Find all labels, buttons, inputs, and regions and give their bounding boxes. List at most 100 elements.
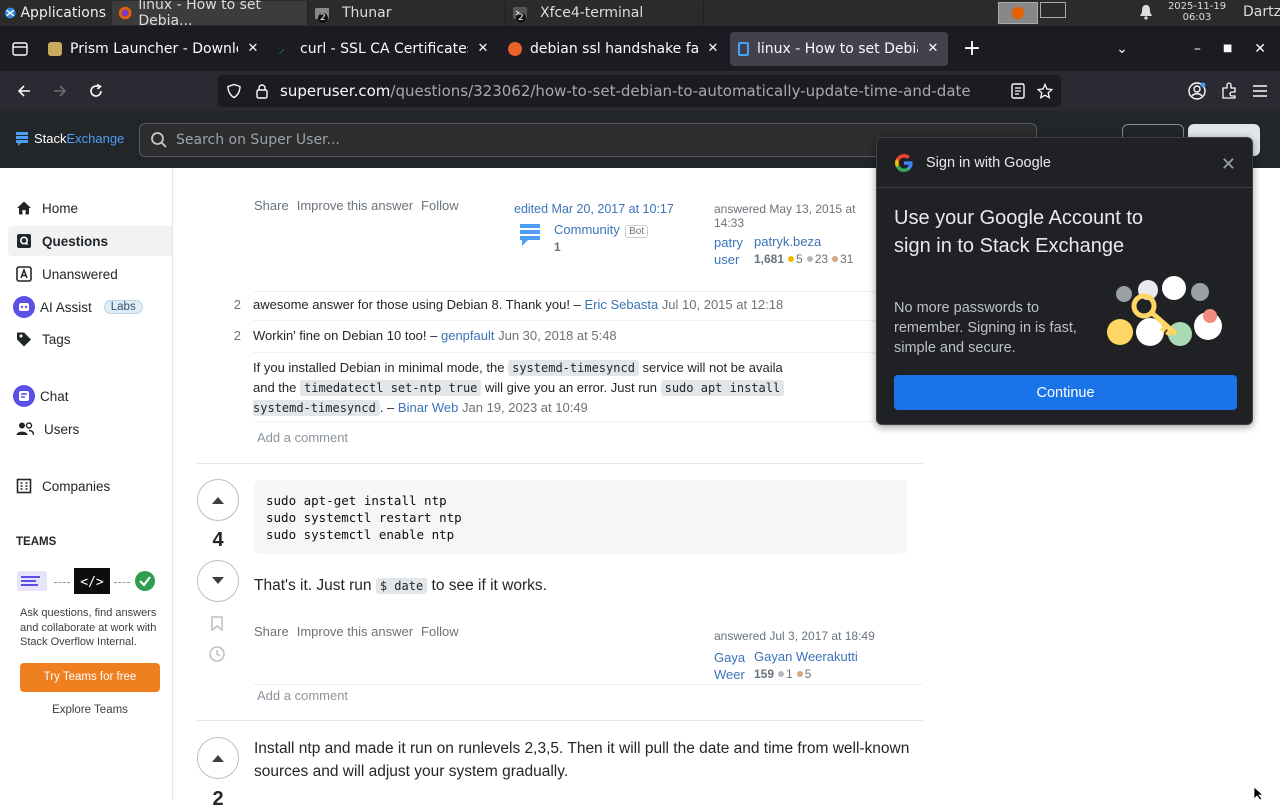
downvote-button[interactable]	[197, 560, 239, 602]
taskbar-task-label: Xfce4-terminal	[540, 5, 644, 21]
sidebar-item-questions[interactable]: Questions	[8, 226, 172, 256]
tab-debian-ssl[interactable]: debian ssl handshake fai ✕	[500, 32, 728, 66]
close-tab-icon[interactable]: ✕	[246, 41, 260, 56]
answer-divider	[197, 720, 923, 721]
tab-list-chevron-icon[interactable]: ⌄	[1116, 41, 1128, 57]
reader-view-icon[interactable]	[1011, 83, 1025, 99]
add-comment-link[interactable]: Add a comment	[257, 430, 348, 445]
questions-icon	[17, 234, 31, 248]
applications-menu[interactable]: Applications	[0, 0, 112, 26]
taskbar-task-terminal[interactable]: 2 Xfce4-terminal	[506, 1, 704, 25]
tab-superuser-active[interactable]: linux - How to set Debian ✕	[730, 31, 948, 66]
sidebar-item-users[interactable]: Users	[8, 414, 172, 444]
comment-user-link[interactable]: Binar Web	[398, 400, 458, 415]
lock-icon[interactable]	[254, 83, 270, 99]
taskbar-task-thunar[interactable]: 2 Thunar	[308, 1, 506, 25]
tab-prism-launcher[interactable]: Prism Launcher - Downlo ✕	[40, 32, 268, 66]
back-button[interactable]	[6, 75, 42, 107]
bookmark-star-icon[interactable]	[1037, 83, 1053, 99]
google-continue-button[interactable]: Continue	[894, 375, 1237, 410]
sidebar-item-tags[interactable]: Tags	[8, 324, 172, 354]
tab-title: debian ssl handshake fai	[530, 40, 698, 57]
comment-date[interactable]: Jan 19, 2023 at 10:49	[462, 400, 588, 415]
share-link[interactable]: Share	[254, 198, 289, 213]
minimize-button[interactable]: –	[1194, 41, 1201, 57]
answer-text: That's it. Just run	[254, 577, 372, 594]
try-teams-button[interactable]: Try Teams for free	[20, 662, 160, 692]
workspace-2[interactable]	[1040, 2, 1066, 18]
comment-user-link[interactable]: Eric Sebasta	[584, 297, 658, 312]
close-tab-icon[interactable]: ✕	[476, 41, 490, 56]
follow-link[interactable]: Follow	[421, 624, 459, 639]
companies-icon	[16, 478, 32, 494]
stackexchange-logo[interactable]: StackExchange	[16, 131, 124, 146]
url-bar[interactable]: superuser.com/questions/323062/how-to-se…	[218, 75, 1061, 107]
sidebar-item-unanswered[interactable]: Unanswered	[8, 259, 172, 289]
hamburger-menu-icon[interactable]	[1252, 84, 1268, 98]
silver-badge-icon	[806, 256, 813, 263]
author-avatar-alt[interactable]: Gaya Weer	[714, 649, 748, 683]
new-tab-button[interactable]: +	[952, 36, 992, 61]
share-link[interactable]: Share	[254, 624, 289, 639]
improve-answer-link[interactable]: Improve this answer	[297, 624, 413, 639]
labs-badge: Labs	[103, 300, 143, 314]
comment-text: and the	[253, 380, 297, 395]
unanswered-icon	[16, 266, 32, 282]
google-signin-popup: Sign in with Google ✕ Use your Google Ac…	[876, 137, 1253, 425]
author-name-link[interactable]: patryk.beza	[754, 234, 821, 249]
reload-button[interactable]	[78, 75, 114, 107]
extensions-icon[interactable]	[1220, 82, 1238, 100]
comment-date[interactable]: Jul 10, 2015 at 12:18	[662, 297, 783, 312]
follow-link[interactable]: Follow	[421, 198, 459, 213]
maximize-button[interactable]: ■	[1223, 43, 1232, 54]
gold-badge-icon	[788, 256, 795, 263]
workspace-switcher[interactable]	[998, 2, 1066, 24]
mouse-cursor-icon	[1253, 786, 1265, 800]
teams-illustration: </>	[16, 566, 166, 596]
comment-date[interactable]: Jun 30, 2018 at 5:48	[498, 328, 617, 343]
shield-icon[interactable]	[226, 83, 242, 99]
edited-link[interactable]: edited Mar 20, 2017 at 10:17	[514, 202, 674, 216]
arrow-down-icon	[212, 577, 224, 584]
bronze-count: 31	[840, 252, 854, 266]
close-popup-icon[interactable]: ✕	[1221, 154, 1236, 175]
comment-code: systemd-timesyncd	[508, 360, 639, 376]
sidebar-item-home[interactable]: Home	[8, 193, 172, 223]
forward-button[interactable]	[42, 75, 78, 107]
account-icon[interactable]	[1188, 82, 1206, 100]
firefox-view-button[interactable]	[0, 26, 40, 71]
upvote-button[interactable]	[197, 737, 239, 779]
url-host: superuser.com	[280, 82, 391, 100]
comment-text: will give you an error. Just run	[485, 380, 657, 395]
author-avatar-alt[interactable]: patry user	[714, 234, 748, 268]
close-tab-icon[interactable]: ✕	[926, 41, 940, 56]
teams-doc-icon	[17, 571, 47, 591]
duckduckgo-favicon-icon	[508, 41, 522, 56]
svg-text:</>: </>	[80, 575, 104, 590]
close-window-button[interactable]: ✕	[1254, 41, 1266, 57]
arrow-up-icon	[212, 497, 224, 504]
explore-teams-link[interactable]: Explore Teams	[16, 704, 164, 716]
users-icon	[16, 422, 34, 436]
close-tab-icon[interactable]: ✕	[706, 41, 720, 56]
sidebar-item-companies[interactable]: Companies	[8, 471, 172, 501]
history-icon[interactable]	[208, 645, 226, 663]
editor-name-link[interactable]: Community	[554, 222, 620, 237]
taskbar-task-firefox[interactable]: linux - How to set Debia...	[112, 0, 308, 29]
comment: 4 If you installed Debian in minimal mod…	[253, 358, 873, 418]
author-name-link[interactable]: Gayan Weerakutti	[754, 649, 858, 664]
add-comment-link[interactable]: Add a comment	[257, 688, 348, 703]
bookmark-icon[interactable]	[211, 616, 223, 631]
workspace-1[interactable]	[998, 2, 1038, 24]
user-menu[interactable]: Dartz	[1243, 4, 1280, 20]
browser-tab-bar: Prism Launcher - Downlo ✕ ⸝ curl - SSL C…	[0, 26, 1280, 71]
comment-user-link[interactable]: genpfault	[441, 328, 495, 343]
notification-bell-icon[interactable]	[1138, 3, 1154, 21]
bronze-badge-icon	[796, 671, 803, 678]
sidebar-item-ai-assist[interactable]: AI Assist Labs	[8, 292, 172, 322]
sidebar-item-chat[interactable]: Chat	[8, 381, 172, 411]
clock[interactable]: 2025-11-19 06:03	[1164, 1, 1230, 23]
tab-curl-ssl[interactable]: ⸝ curl - SSL CA Certificates ✕	[270, 32, 498, 66]
upvote-button[interactable]	[197, 479, 239, 521]
improve-answer-link[interactable]: Improve this answer	[297, 198, 413, 213]
